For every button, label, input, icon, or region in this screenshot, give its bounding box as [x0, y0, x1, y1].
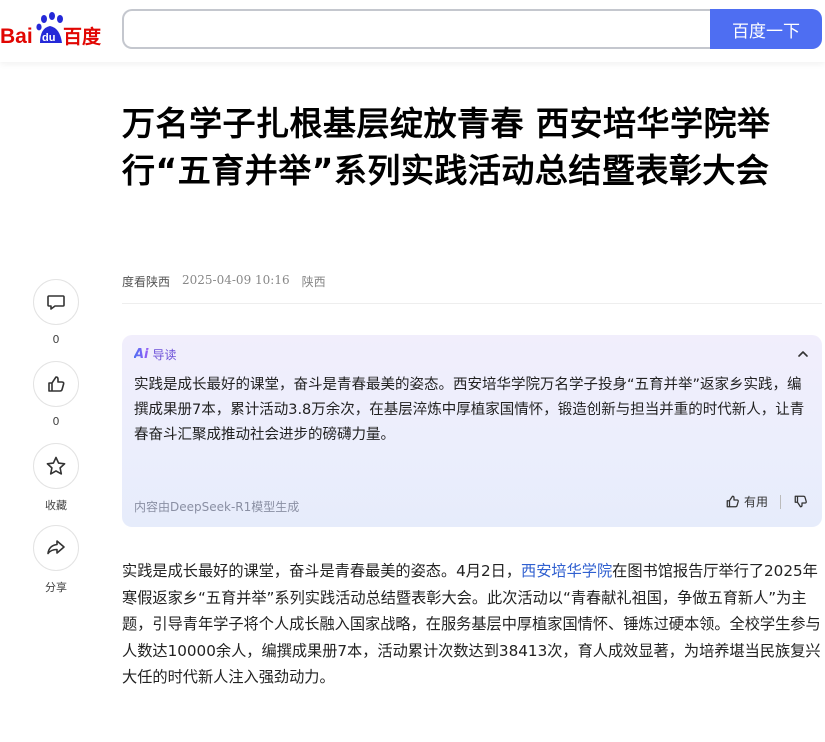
comment-count: 0: [52, 333, 60, 346]
search-box: [122, 9, 722, 49]
comment-button[interactable]: [33, 279, 79, 325]
chevron-up-icon[interactable]: [796, 347, 810, 361]
article-source[interactable]: 度看陕西: [122, 273, 170, 290]
meta-divider: [122, 303, 822, 304]
ai-summary-text: 实践是成长最好的课堂，奋斗是青春最美的姿态。西安培华学院万名学子投身“五育并举”…: [134, 377, 805, 443]
star-icon: [46, 456, 66, 475]
top-header: Bai du 百度 百度一下: [0, 0, 825, 62]
search-button[interactable]: 百度一下: [710, 9, 822, 49]
article-body-intro: 实践是成长最好的课堂，奋斗是青春最美的姿态。4月2日，: [122, 562, 522, 580]
logo-text-bai: Bai: [0, 25, 33, 48]
favorite-button[interactable]: [33, 443, 79, 489]
thumbs-down-icon[interactable]: [793, 494, 808, 509]
article-region: 陕西: [301, 275, 326, 289]
logo-text-baidu: 百度: [63, 25, 102, 48]
rail-like: 0: [33, 361, 79, 428]
rail-share: 分享: [33, 525, 79, 595]
share-icon: [47, 540, 65, 555]
ai-summary-heading: 导读: [152, 348, 177, 362]
like-count: 0: [52, 415, 60, 428]
article-body-rest: 在图书馆报告厅举行了2025年寒假返家乡“五育并举”系列实践活动总结暨表彰大会。…: [122, 562, 821, 686]
ai-feedback: 有用: [725, 493, 808, 510]
share-button[interactable]: [33, 525, 79, 571]
college-link[interactable]: 西安培华学院: [521, 562, 612, 580]
feedback-divider: [780, 494, 781, 509]
article-body: 实践是成长最好的课堂，奋斗是青春最美的姿态。4月2日，西安培华学院在图书馆报告厅…: [122, 558, 822, 691]
baidu-logo[interactable]: Bai du 百度: [0, 10, 105, 50]
share-label: 分享: [45, 581, 67, 594]
ai-mark-icon: Ai: [134, 347, 149, 362]
like-button[interactable]: [33, 361, 79, 407]
comment-icon: [47, 295, 65, 310]
favorite-label: 收藏: [45, 499, 67, 512]
thumbs-up-icon: [48, 376, 65, 392]
ai-summary-footnote: 内容由DeepSeek-R1模型生成: [134, 500, 300, 514]
article-meta: 度看陕西 2025-04-09 10:16 陕西: [122, 273, 326, 290]
logo-text-du: du: [42, 32, 55, 44]
ai-summary-panel: Ai 导读 实践是成长最好的课堂，奋斗是青春最美的姿态。西安培华学院万名学子投身…: [122, 335, 822, 527]
useful-label: 有用: [743, 495, 768, 509]
search-input[interactable]: [124, 11, 722, 47]
rail-comment: 0: [33, 279, 79, 346]
ai-summary-header: Ai 导读: [134, 346, 177, 363]
article-title: 万名学子扎根基层绽放青春 西安培华学院举行“五育并举”系列实践活动总结暨表彰大会: [122, 104, 771, 190]
thumbs-up-icon: [726, 495, 739, 508]
article-date: 2025-04-09 10:16: [182, 273, 290, 287]
useful-button[interactable]: 有用: [725, 493, 768, 510]
rail-favorite: 收藏: [33, 443, 79, 513]
